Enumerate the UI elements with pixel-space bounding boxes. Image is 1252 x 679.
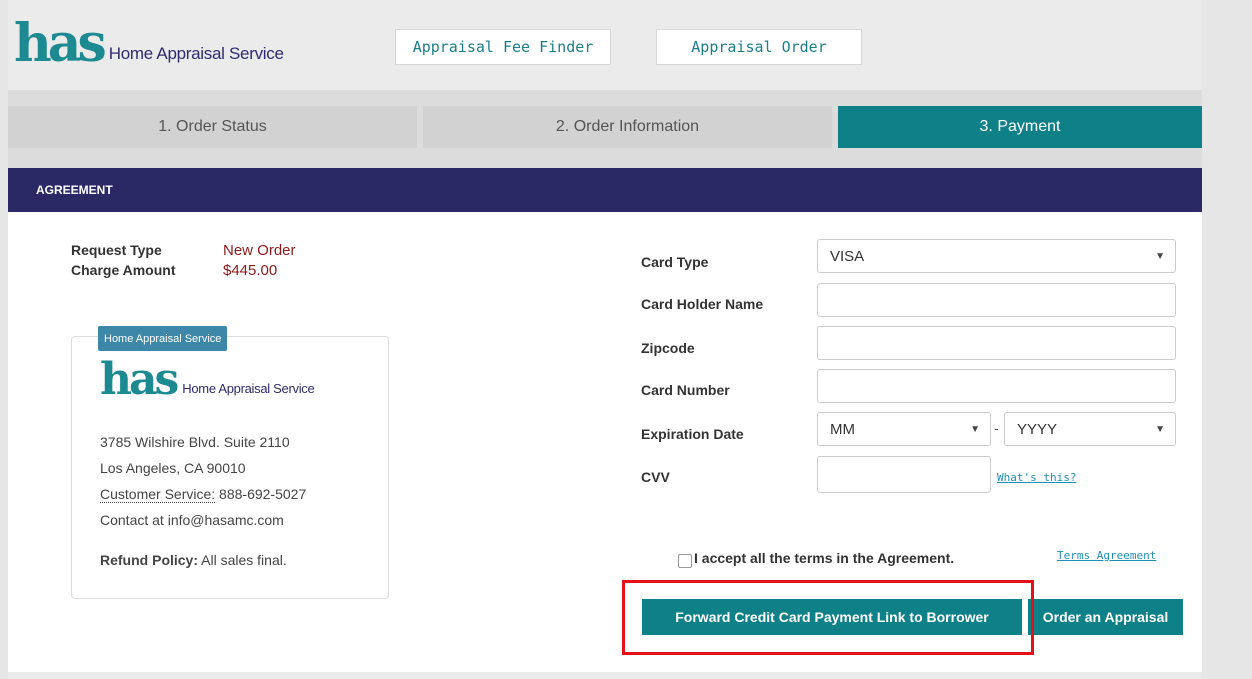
cvv-input[interactable] <box>817 456 991 493</box>
address-line2: Los Angeles, CA 90010 <box>100 460 246 476</box>
contact-email: Contact at info@hasamc.com <box>100 512 284 528</box>
customer-service-label: Customer Service: <box>100 486 216 503</box>
header: has Home Appraisal Service Appraisal Fee… <box>8 0 1202 90</box>
chevron-down-icon: ▼ <box>1155 424 1165 435</box>
logo[interactable]: has Home Appraisal Service <box>14 13 284 74</box>
highlight-box <box>622 580 1034 655</box>
chevron-down-icon: ▼ <box>1155 251 1165 262</box>
terms-agreement-link[interactable]: Terms Agreement <box>1057 549 1156 562</box>
card-type-select[interactable]: VISA ▼ <box>817 239 1176 273</box>
exp-month-select[interactable]: MM ▼ <box>817 412 991 446</box>
agreement-header: AGREEMENT <box>8 168 1202 212</box>
page-frame: has Home Appraisal Service Appraisal Fee… <box>8 0 1202 679</box>
company-card-tag: Home Appraisal Service <box>98 326 228 351</box>
zipcode-label: Zipcode <box>641 340 695 356</box>
accept-terms-label: I accept all the terms in the Agreement. <box>694 550 955 566</box>
card-type-label: Card Type <box>641 254 709 270</box>
logo-mark: has <box>14 13 107 74</box>
expiration-date-label: Expiration Date <box>641 426 744 442</box>
customer-service-phone: 888-692-5027 <box>219 486 307 502</box>
request-type-label: Request Type <box>71 242 162 258</box>
order-appraisal-button[interactable]: Order an Appraisal <box>1028 599 1183 635</box>
request-type-value: New Order <box>223 242 296 259</box>
card-logo-text: Home Appraisal Service <box>182 381 315 396</box>
tabs-band: 1. Order Status 2. Order Information 3. … <box>8 90 1202 168</box>
cvv-label: CVV <box>641 469 670 485</box>
logo-text: Home Appraisal Service <box>108 44 284 63</box>
exp-year-select[interactable]: YYYY ▼ <box>1004 412 1176 446</box>
customer-service: Customer Service: 888-692-5027 <box>100 486 307 503</box>
chevron-down-icon: ▼ <box>970 424 980 435</box>
appraisal-order-button[interactable]: Appraisal Order <box>656 29 862 65</box>
refund-policy: Refund Policy: All sales final. <box>100 552 287 568</box>
charge-amount-label: Charge Amount <box>71 262 176 278</box>
refund-policy-label: Refund Policy: <box>100 552 199 568</box>
company-card-logo: has Home Appraisal Service <box>100 354 315 405</box>
charge-amount-value: $445.00 <box>223 262 278 279</box>
tab-order-information[interactable]: 2. Order Information <box>423 106 832 148</box>
tab-order-status[interactable]: 1. Order Status <box>8 106 417 148</box>
agreement-title: AGREEMENT <box>36 183 113 197</box>
card-number-input[interactable] <box>817 369 1176 403</box>
card-holder-label: Card Holder Name <box>641 296 764 312</box>
card-holder-input[interactable] <box>817 283 1176 317</box>
zipcode-input[interactable] <box>817 326 1176 360</box>
whats-this-link[interactable]: What's this? <box>997 471 1076 484</box>
tab-payment[interactable]: 3. Payment <box>838 106 1202 148</box>
agreement-panel: Request Type New Order Charge Amount $44… <box>8 212 1202 672</box>
card-logo-mark: has <box>100 354 179 405</box>
card-number-label: Card Number <box>641 382 730 398</box>
exp-separator: - <box>994 420 999 436</box>
accept-terms-checkbox[interactable] <box>678 554 692 568</box>
refund-policy-value: All sales final. <box>201 552 287 568</box>
appraisal-fee-finder-button[interactable]: Appraisal Fee Finder <box>395 29 611 65</box>
address-line1: 3785 Wilshire Blvd. Suite 2110 <box>100 434 290 450</box>
